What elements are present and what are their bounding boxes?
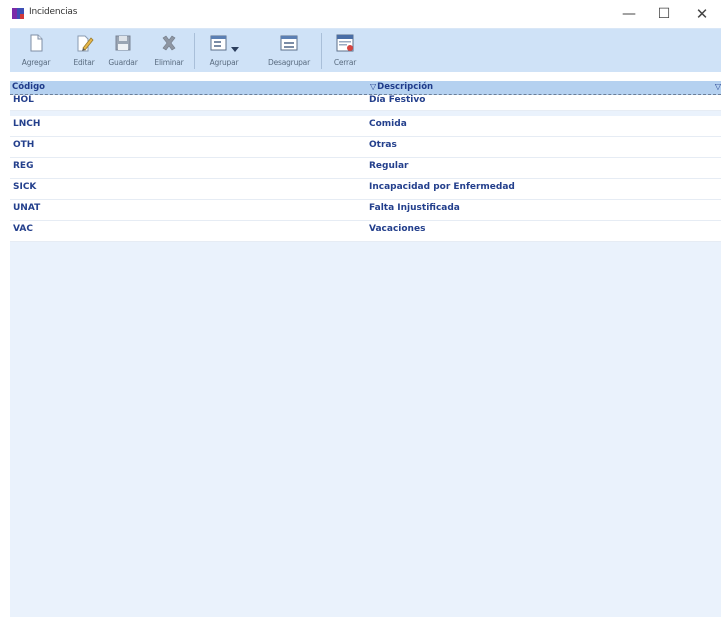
close-window-button[interactable]: ✕ (686, 0, 718, 28)
edit-button-label: Editar (73, 58, 95, 67)
chevron-down-icon (231, 47, 239, 52)
column-header-description-label: Descripción (377, 82, 434, 92)
edit-button[interactable]: Editar (66, 29, 102, 72)
add-button-label: Agregar (21, 58, 51, 67)
cell-description: Regular (369, 161, 409, 171)
title-bar: Incidencias — ☐ ✕ (0, 0, 721, 28)
close-button[interactable]: Cerrar (326, 29, 364, 72)
window-title: Incidencias (29, 7, 78, 17)
save-disk-icon (115, 35, 131, 51)
delete-x-icon (162, 35, 176, 51)
table-row[interactable]: UNAT Falta Injustificada (10, 200, 721, 221)
edit-pencil-icon (77, 35, 94, 52)
app-icon (12, 8, 24, 19)
cell-code: VAC (13, 224, 33, 234)
table-row[interactable]: VAC Vacaciones (10, 221, 721, 242)
maximize-button[interactable]: ☐ (648, 0, 680, 28)
grid-body: HOL Día Festivo LNCH Comida OTH Otras RE… (10, 95, 721, 617)
table-row[interactable]: SICK Incapacidad por Enfermedad (10, 179, 721, 200)
cell-description: Falta Injustificada (369, 203, 460, 213)
cell-code: SICK (13, 182, 37, 192)
cell-description: Otras (369, 140, 397, 150)
cell-code: LNCH (13, 119, 41, 129)
cell-description: Incapacidad por Enfermedad (369, 182, 515, 192)
add-button[interactable]: Agregar (16, 29, 56, 72)
ungroup-button-label: Desagrupar (268, 58, 310, 67)
table-row[interactable]: OTH Otras (10, 137, 721, 158)
filter-icon[interactable]: ▽ (370, 82, 376, 91)
save-button-label: Guardar (108, 58, 138, 67)
group-button-label: Agrupar (209, 58, 239, 67)
save-button[interactable]: Guardar (103, 29, 143, 72)
cell-code: REG (13, 161, 34, 171)
cell-description: Comida (369, 119, 407, 129)
minimize-button[interactable]: — (613, 0, 645, 28)
delete-button-label: Eliminar (154, 58, 184, 67)
new-document-icon (30, 34, 43, 52)
table-row[interactable]: REG Regular (10, 158, 721, 179)
filter-icon[interactable]: ▽ (715, 82, 721, 91)
table-row[interactable]: HOL Día Festivo (10, 95, 721, 111)
ungroup-icon (280, 35, 298, 51)
toolbar-separator (194, 33, 195, 69)
grid-header: Código ▽Descripción ▽ (10, 81, 721, 95)
toolbar-separator (321, 33, 322, 69)
column-header-description[interactable]: ▽Descripción (370, 82, 433, 92)
delete-button[interactable]: Eliminar (149, 29, 189, 72)
cell-code: HOL (13, 95, 34, 105)
group-button[interactable]: Agrupar (201, 29, 247, 72)
cell-description: Día Festivo (369, 95, 426, 105)
toolbar: Agregar Editar Guardar Eliminar Agrupar … (10, 28, 721, 72)
column-header-code[interactable]: Código (12, 82, 45, 92)
table-row[interactable]: LNCH Comida (10, 116, 721, 137)
close-button-label: Cerrar (333, 58, 357, 67)
ungroup-button[interactable]: Desagrupar (264, 29, 314, 72)
group-icon (210, 35, 227, 51)
cell-description: Vacaciones (369, 224, 426, 234)
cell-code: UNAT (13, 203, 41, 213)
cell-code: OTH (13, 140, 35, 150)
close-window-icon (336, 34, 354, 52)
